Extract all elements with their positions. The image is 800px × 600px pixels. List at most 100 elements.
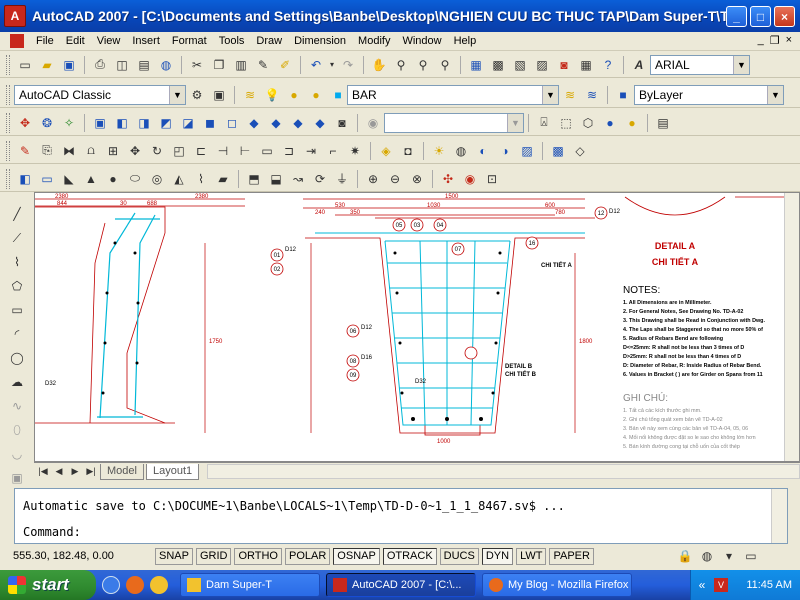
scale-icon[interactable]: ◰ xyxy=(169,141,189,161)
front-view-icon[interactable]: ◼ xyxy=(200,113,220,133)
sweep-icon[interactable]: ↝ xyxy=(288,169,308,189)
subtract-icon[interactable]: ⊖ xyxy=(385,169,405,189)
comm-center-icon[interactable]: ◍ xyxy=(697,546,717,566)
revolve-icon[interactable]: ⟳ xyxy=(310,169,330,189)
workspace-settings-icon[interactable]: ⚙ xyxy=(187,85,207,105)
chevron-down-icon[interactable]: ▼ xyxy=(767,85,783,104)
nw-iso-icon[interactable]: ◆ xyxy=(310,113,330,133)
last-tab-icon[interactable]: ▶| xyxy=(84,465,98,479)
firefox-icon[interactable] xyxy=(126,576,144,594)
copy-icon[interactable]: ❐ xyxy=(209,55,229,75)
3d-rotate-icon[interactable]: ◉ xyxy=(460,169,480,189)
materials-icon[interactable]: ◐ xyxy=(473,141,493,161)
start-button[interactable]: start xyxy=(0,570,96,600)
layer-lock-icon[interactable]: ● xyxy=(306,85,326,105)
design-center-icon[interactable]: ▩ xyxy=(488,55,508,75)
offset-icon[interactable]: ⩍ xyxy=(81,141,101,161)
ie-icon[interactable] xyxy=(102,576,120,594)
union-icon[interactable]: ⊕ xyxy=(363,169,383,189)
markup-icon[interactable]: ◙ xyxy=(554,55,574,75)
construction-line-icon[interactable]: ⟋ xyxy=(7,228,27,248)
tool-palettes-icon[interactable]: ▧ xyxy=(510,55,530,75)
dyn-toggle[interactable]: DYN xyxy=(481,547,514,565)
planar-surface-icon[interactable]: ▰ xyxy=(213,169,233,189)
tray-expand-icon[interactable]: « xyxy=(692,575,712,595)
ellipse-icon[interactable]: ⬯ xyxy=(7,420,27,440)
menu-insert[interactable]: Insert xyxy=(126,35,166,47)
zoom-realtime-icon[interactable]: ⚲ xyxy=(391,55,411,75)
chevron-down-icon[interactable]: ▼ xyxy=(542,85,558,104)
toolbar-grip[interactable] xyxy=(6,140,10,161)
zoom-window-icon[interactable]: ⚲ xyxy=(413,55,433,75)
rotate-icon[interactable]: ↻ xyxy=(147,141,167,161)
publish-icon[interactable]: ▤ xyxy=(134,55,154,75)
chevron-down-icon[interactable]: ▼ xyxy=(733,55,749,74)
ne-iso-icon[interactable]: ◆ xyxy=(288,113,308,133)
lock-icon[interactable]: 🔒 xyxy=(675,546,695,566)
back-view-icon[interactable]: ◻ xyxy=(222,113,242,133)
copy-object-icon[interactable]: ⎘ xyxy=(37,141,57,161)
erase-icon[interactable]: ✎ xyxy=(15,141,35,161)
menu-edit[interactable]: Edit xyxy=(60,35,91,47)
viewport-scale-combo[interactable]: ▼ xyxy=(384,112,524,133)
loft-icon[interactable]: ⏚ xyxy=(332,169,352,189)
zoom-previous-icon[interactable]: ⚲ xyxy=(435,55,455,75)
insert-block-icon[interactable]: ◈ xyxy=(376,141,396,161)
plot-preview-icon[interactable]: ◫ xyxy=(112,55,132,75)
maximize-button[interactable]: □ xyxy=(750,6,771,27)
3d-align-icon[interactable]: ⊡ xyxy=(482,169,502,189)
wedge-icon[interactable]: ⬡ xyxy=(578,113,598,133)
bottom-view-icon[interactable]: ◨ xyxy=(134,113,154,133)
cut-icon[interactable]: ✂ xyxy=(187,55,207,75)
horizontal-scrollbar[interactable] xyxy=(207,464,800,479)
viewport-dialog-icon[interactable]: ◉ xyxy=(363,113,383,133)
polygon-icon[interactable]: ⬠ xyxy=(7,276,27,296)
tray-app-icon[interactable]: V xyxy=(714,578,728,592)
menu-format[interactable]: Format xyxy=(166,35,213,47)
cone-icon[interactable]: ▲ xyxy=(81,169,101,189)
visual-style-icon[interactable]: ● xyxy=(600,113,620,133)
menu-dimension[interactable]: Dimension xyxy=(288,35,352,47)
extend-icon[interactable]: ⊢ xyxy=(235,141,255,161)
doc-close-button[interactable]: × xyxy=(786,34,792,47)
publish-web-icon[interactable]: ◍ xyxy=(156,55,176,75)
chevron-down-icon[interactable]: ▼ xyxy=(507,113,523,132)
insert-block-side-icon[interactable]: ▣ xyxy=(7,468,27,488)
box-solid-icon[interactable]: ▭ xyxy=(37,169,57,189)
otrack-toggle[interactable]: OTRACK xyxy=(382,547,437,565)
trim-icon[interactable]: ⊣ xyxy=(213,141,233,161)
paste-icon[interactable]: ▥ xyxy=(231,55,251,75)
title-bar[interactable]: A AutoCAD 2007 - [C:\Documents and Setti… xyxy=(0,0,800,32)
make-object-layer-current-icon[interactable]: ≋ xyxy=(560,85,580,105)
free-orbit-icon[interactable]: ❂ xyxy=(37,113,57,133)
top-view-icon[interactable]: ◧ xyxy=(112,113,132,133)
polysolid-icon[interactable]: ◧ xyxy=(15,169,35,189)
undo-dropdown-icon[interactable]: ▾ xyxy=(328,55,336,75)
toolbar-grip[interactable] xyxy=(6,112,10,133)
command-prompt[interactable]: Command: xyxy=(23,525,81,539)
vertical-scrollbar[interactable] xyxy=(784,193,799,461)
help-icon[interactable]: ? xyxy=(598,55,618,75)
properties-icon[interactable]: ▦ xyxy=(466,55,486,75)
osnap-toggle[interactable]: OSNAP xyxy=(333,547,380,565)
move-icon[interactable]: ✥ xyxy=(125,141,145,161)
task-dam-super-t[interactable]: Dam Super-T xyxy=(180,573,320,597)
advanced-render-icon[interactable]: ◇ xyxy=(570,141,590,161)
ducs-toggle[interactable]: DUCS xyxy=(439,547,479,565)
save-icon[interactable]: ▣ xyxy=(59,55,79,75)
command-scrollbar[interactable] xyxy=(771,489,787,543)
orbit-icon[interactable]: ✥ xyxy=(15,113,35,133)
task-firefox[interactable]: My Blog - Mozilla Firefox xyxy=(482,573,632,597)
wedge-solid-icon[interactable]: ◣ xyxy=(59,169,79,189)
menu-draw[interactable]: Draw xyxy=(250,35,288,47)
tab-layout1[interactable]: Layout1 xyxy=(145,463,200,480)
right-view-icon[interactable]: ◪ xyxy=(178,113,198,133)
se-iso-icon[interactable]: ◆ xyxy=(266,113,286,133)
left-view-icon[interactable]: ◩ xyxy=(156,113,176,133)
lwt-toggle[interactable]: LWT xyxy=(516,547,547,565)
menu-modify[interactable]: Modify xyxy=(352,35,396,47)
ortho-toggle[interactable]: ORTHO xyxy=(234,547,282,565)
workspace-save-icon[interactable]: ▣ xyxy=(209,85,229,105)
sphere-icon[interactable]: ● xyxy=(103,169,123,189)
layer-freeze-icon[interactable]: ● xyxy=(284,85,304,105)
